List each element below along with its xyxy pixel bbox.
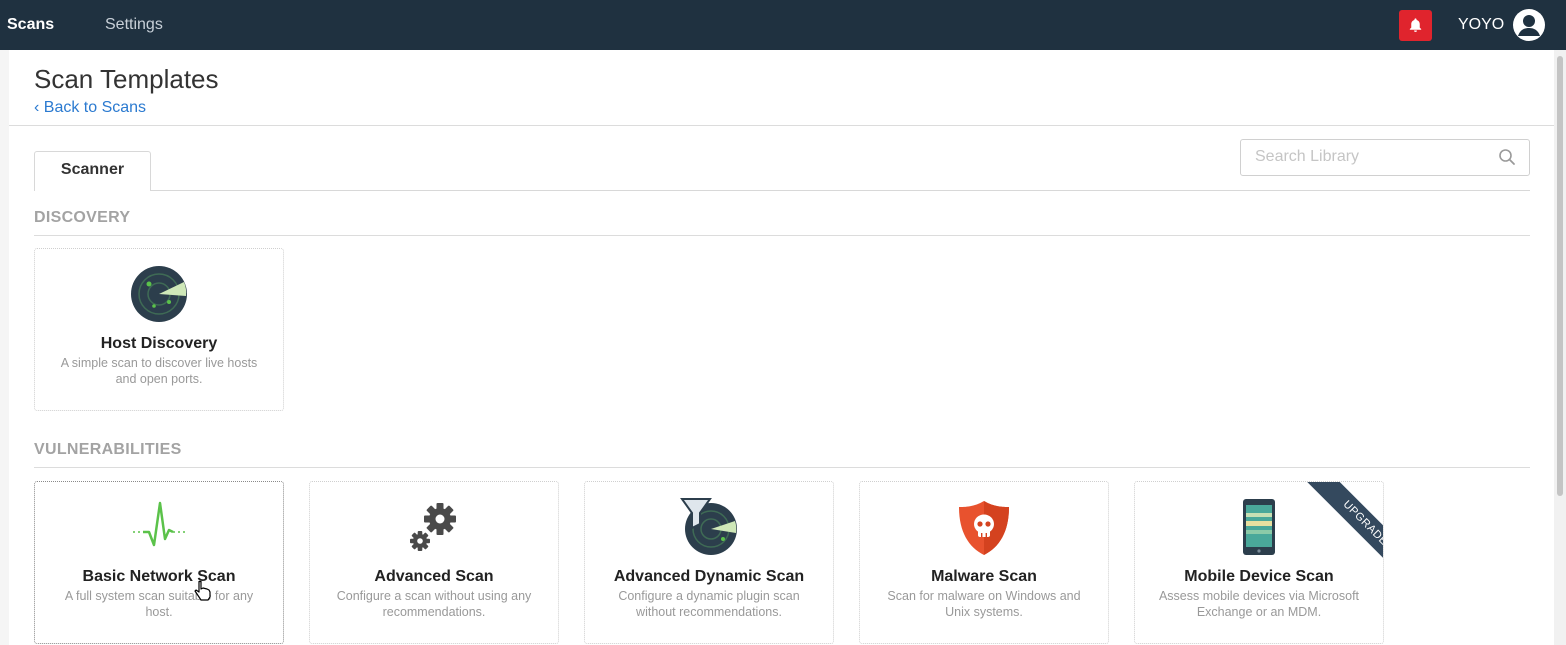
card-title: Advanced Dynamic Scan xyxy=(613,568,805,585)
tab-underline xyxy=(34,190,1530,191)
section-divider xyxy=(34,467,1530,468)
card-description: Assess mobile devices via Microsoft Exch… xyxy=(1158,589,1360,619)
scrollbar-thumb[interactable] xyxy=(1557,56,1563,496)
card-title: Mobile Device Scan xyxy=(1184,568,1334,585)
user-avatar[interactable] xyxy=(1513,9,1545,41)
vertical-scrollbar[interactable] xyxy=(1554,50,1566,645)
tab-scanner[interactable]: Scanner xyxy=(34,151,151,191)
template-card-advanced-scan[interactable]: Advanced Scan Configure a scan without u… xyxy=(309,481,559,644)
template-card-advanced-dynamic-scan[interactable]: Advanced Dynamic Scan Configure a dynami… xyxy=(584,481,834,644)
bell-icon xyxy=(1409,18,1422,32)
section-vulnerabilities-heading: VULNERABILITIES xyxy=(34,441,182,458)
hand-cursor-icon xyxy=(194,580,211,601)
username-label[interactable]: YOYO xyxy=(1458,0,1504,50)
search-input[interactable] xyxy=(1253,147,1487,167)
template-card-mobile-device-scan[interactable]: UPGRADE Mobile Device Scan Assess mobile… xyxy=(1134,481,1384,644)
user-icon xyxy=(1518,15,1540,36)
card-description: A full system scan suitable for any host… xyxy=(64,589,254,619)
header-divider xyxy=(9,125,1554,126)
mobile-device-icon xyxy=(1243,499,1275,555)
template-card-host-discovery[interactable]: Host Discovery A simple scan to discover… xyxy=(34,248,284,411)
pulse-icon xyxy=(133,501,185,547)
card-description: Configure a scan without using any recom… xyxy=(336,589,532,619)
card-description: Configure a dynamic plugin scan without … xyxy=(618,589,800,619)
card-description: Scan for malware on Windows and Unix sys… xyxy=(887,589,1081,619)
skull-shield-icon xyxy=(959,501,1009,555)
filter-radar-icon xyxy=(680,498,737,555)
back-to-scans-link[interactable]: ‹ Back to Scans xyxy=(34,99,146,117)
nav-scans-link[interactable]: Scans xyxy=(7,0,54,50)
search-library-box[interactable] xyxy=(1240,139,1530,176)
page-title: Scan Templates xyxy=(34,64,219,94)
gears-icon xyxy=(410,503,456,551)
card-title: Malware Scan xyxy=(931,568,1037,585)
card-title: Host Discovery xyxy=(100,335,218,352)
section-divider xyxy=(34,235,1530,236)
search-icon[interactable] xyxy=(1498,148,1516,166)
template-card-malware-scan[interactable]: Malware Scan Scan for malware on Windows… xyxy=(859,481,1109,644)
top-nav-bar: Scans Settings YOYO xyxy=(0,0,1566,50)
card-description: A simple scan to discover live hosts and… xyxy=(60,356,258,386)
notifications-button[interactable] xyxy=(1399,10,1432,41)
template-card-basic-network-scan[interactable]: Basic Network Scan A full system scan su… xyxy=(34,481,284,644)
card-title: Advanced Scan xyxy=(374,568,494,585)
card-title: Basic Network Scan xyxy=(82,568,236,585)
radar-icon xyxy=(131,266,187,322)
nav-settings-link[interactable]: Settings xyxy=(105,0,163,50)
section-discovery-heading: DISCOVERY xyxy=(34,209,131,226)
